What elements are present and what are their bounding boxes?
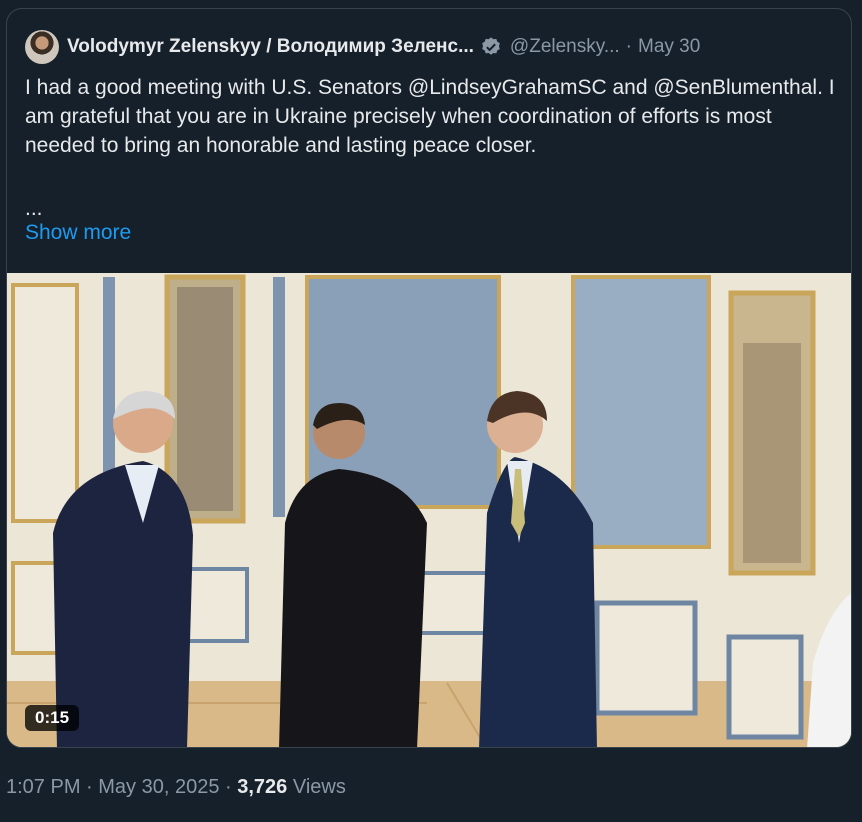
video-player[interactable]: 0:15 — [7, 273, 851, 747]
show-more-link[interactable]: Show more — [25, 221, 131, 245]
post-text: I had a good meeting with U.S. Senators … — [25, 76, 835, 157]
verified-badge-icon — [482, 37, 500, 55]
video-duration-badge: 0:15 — [25, 705, 80, 731]
post-header: Volodymyr Zelenskyy / Володимир Зеленс..… — [25, 29, 837, 65]
handle[interactable]: @Zelensky... — [510, 36, 620, 58]
video-frame — [7, 273, 851, 747]
display-name[interactable]: Volodymyr Zelenskyy / Володимир Зеленс..… — [67, 36, 474, 58]
avatar[interactable] — [25, 30, 59, 64]
post-date[interactable]: May 30 — [638, 36, 700, 58]
quoted-post-card[interactable]: Volodymyr Zelenskyy / Володимир Зеленс..… — [6, 8, 852, 748]
post-metadata: 1:07 PM · May 30, 2025 · 3,726 Views — [6, 776, 346, 799]
post-timestamp[interactable]: 1:07 PM · May 30, 2025 · — [6, 776, 237, 798]
truncation-ellipsis: ... — [25, 197, 43, 220]
views-count: 3,726 — [237, 776, 288, 798]
separator-dot: · — [625, 36, 632, 57]
views-label: Views — [287, 776, 346, 798]
